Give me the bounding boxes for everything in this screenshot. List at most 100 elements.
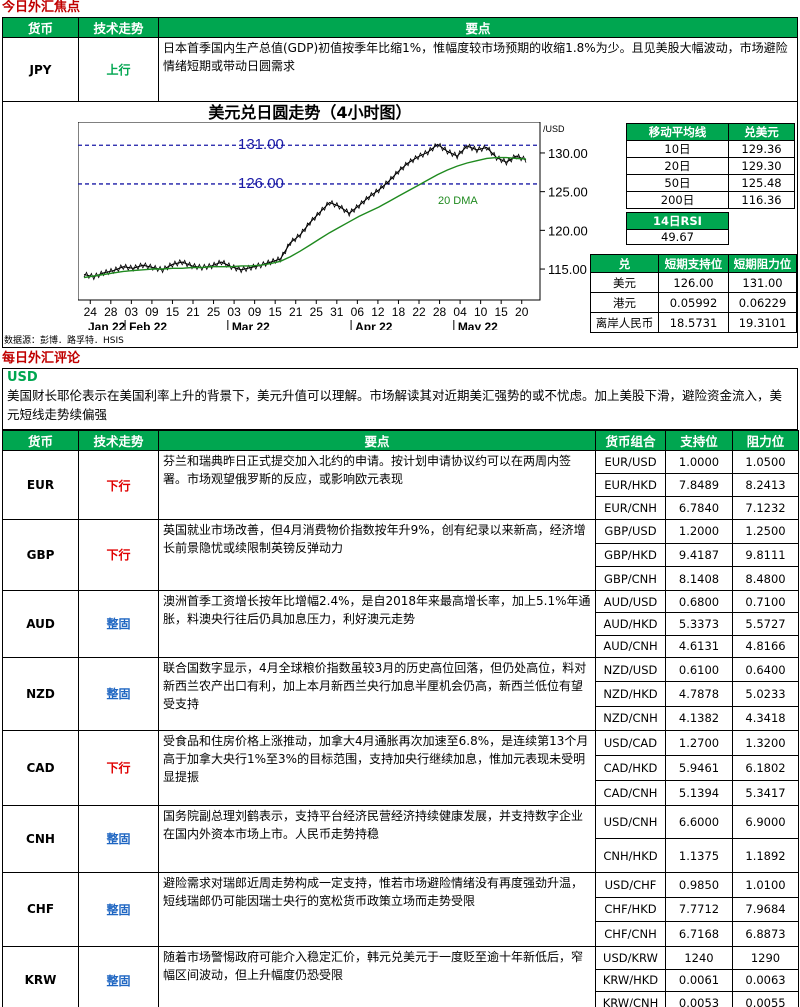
currency-code: CHF [2,871,79,947]
usd-label: USD [7,370,38,385]
pair-name: NZD/HKD [595,681,666,707]
trend-label: 下行 [78,729,159,806]
support-level: 9.4187 [665,542,733,568]
support-level: 0.0061 [665,968,733,993]
ma-table: 移动平均线 兑美元 10日 129.36 20日 129.30 50日 125.48 … [626,123,795,209]
month-label: May 22 [458,320,498,330]
reference-line-label: 131.00 [238,136,284,153]
sr-resistance: 0.06229 [728,292,797,313]
review-row: CNH 整固 国务院副总理刘鹤表示，支持平台经济民营经济持续健康发展，并支持数字企业… [2,804,799,873]
x-tick-label: 28 [104,305,118,319]
support-level: 4.6131 [665,634,733,658]
ma-header-period: 移动平均线 [626,123,729,141]
source-note: 数据源：彭博．路孚特．HSIS [4,336,124,346]
support-level: 5.9461 [665,754,733,781]
x-tick-label: 04 [453,305,467,319]
pair-name: USD/KRW [595,945,666,970]
month-label: Feb 22 [129,320,167,330]
key-point-text: 英国就业市场改善，但4月消费物价指数按年升9%，创有纪录以来新高，经济增长前景隐… [158,519,596,591]
resistance-level: 6.9000 [732,804,799,840]
rsi-label: 14日RSI [626,212,729,230]
focus-header-trend: 技术走势 [78,17,159,38]
support-level: 0.6800 [665,589,733,614]
focus-point: 日本首季国内生产总值(GDP)初值按季年比缩1%，惟幅度较市场预期的收缩1.8%… [158,37,798,102]
unit-label: /USD [543,124,565,134]
support-level: 8.1408 [665,566,733,591]
x-tick-label: 09 [145,305,159,319]
x-tick-label: 31 [330,305,344,319]
trend-label: 整固 [78,804,159,873]
focus-section-title: 今日外汇焦点 [2,0,81,15]
plot-area [78,122,541,301]
support-level: 1.1375 [665,838,733,873]
currency-code: GBP [2,519,79,591]
support-level: 1.0000 [665,450,733,474]
x-tick-label: 18 [392,305,406,319]
key-point-text: 避险需求对瑞郎近周走势构成一定支持，惟若市场避险情绪没有再度强劲升温，短线瑞郎仍… [158,871,596,947]
dma-label: 20 DMA [438,195,478,207]
x-tick-label: 21 [289,305,303,319]
focus-header-currency: 货币 [2,17,79,38]
sr-support: 0.05992 [658,292,729,313]
review-row: GBP 下行 英国就业市场改善，但4月消费物价指数按年升9%，创有纪录以来新高，经济… [2,519,799,591]
support-level: 0.9850 [665,871,733,898]
ma-value: 125.48 [728,174,795,192]
support-level: 0.6100 [665,656,733,683]
review-table: 货币 技术走势 要点 货币组合 支持位 阻力位 EUR 下行 芬兰和瑞典昨日正式提交… [2,430,799,1007]
usd-text: 美国财长耶伦表示在美国利率上升的背景下，美元升值可以理解。市场解读其对近期美汇强… [7,388,783,422]
pair-name: KRW/CNH [595,991,666,1007]
resistance-level: 1.3200 [732,729,799,756]
reference-line-label: 126.00 [238,175,284,192]
support-level: 4.7878 [665,681,733,707]
x-tick-label: 12 [371,305,385,319]
support-level: 6.6000 [665,804,733,840]
resistance-level: 6.8873 [732,921,799,947]
pair-name: EUR/HKD [595,473,666,497]
resistance-level: 1.0500 [732,450,799,474]
focus-header-point: 要点 [158,17,798,38]
support-level: 1.2700 [665,729,733,756]
focus-currency: JPY [2,37,79,102]
sr-row: 美元 126.00 131.00 [590,272,797,293]
x-tick-label: 10 [474,305,488,319]
key-point-text: 联合国数字显示，4月全球粮价指数虽较3月的历史高位回落，但仍处高位，料对新西兰农… [158,656,596,731]
support-level: 6.7168 [665,921,733,947]
ma-row: 200日 116.36 [626,191,795,209]
ma-value: 129.30 [728,157,795,175]
key-point-text: 澳洲首季工资增长按年比增幅2.4%，是自2018年来最高增长率，加上5.1%年通… [158,589,596,658]
resistance-level: 1.0100 [732,871,799,898]
x-tick-label: 03 [227,305,241,319]
pair-name: CNH/HKD [595,838,666,873]
review-header-support: 支持位 [665,430,733,451]
pair-name: GBP/CNH [595,566,666,591]
x-tick-label: 28 [433,305,447,319]
rsi-value: 49.67 [626,229,729,245]
currency-code: EUR [2,450,79,520]
ma-row: 50日 125.48 [626,174,795,192]
key-point-text: 国务院副总理刘鹤表示，支持平台经济民营经济持续健康发展，并支持数字企业在国内外资… [158,804,596,873]
resistance-level: 9.8111 [732,542,799,568]
review-row: NZD 整固 联合国数字显示，4月全球粮价指数虽较3月的历史高位回落，但仍处高位，料… [2,656,799,731]
key-point-text: 受食品和住房价格上涨推动，加拿大4月通胀再次加速至6.8%，是连续第13个月高于… [158,729,596,806]
ma-period: 20日 [626,157,729,175]
ma-row: 10日 129.36 [626,140,795,158]
resistance-level: 7.9684 [732,896,799,923]
pair-name: GBP/HKD [595,542,666,568]
month-label: Jan 22 [88,320,126,330]
sr-support: 18.5731 [658,312,729,333]
ma-value: 129.36 [728,140,795,158]
pair-name: USD/CNH [595,804,666,840]
review-row: CHF 整固 避险需求对瑞郎近周走势构成一定支持，惟若市场避险情绪没有再度强劲升温，… [2,871,799,947]
sr-currency: 离岸人民币 [590,312,659,333]
pair-name: AUD/USD [595,589,666,614]
review-header-point: 要点 [158,430,596,451]
month-label: Apr 22 [355,320,393,330]
review-section-title: 每日外汇评论 [2,351,81,366]
sr-header-resistance: 短期阻力位 [728,254,797,273]
x-tick-label: 09 [248,305,262,319]
x-tick-label: 20 [515,305,529,319]
resistance-level: 0.0055 [732,991,799,1007]
usdjpy-chart: 131.00 126.00 20 DMA 115.00 120.00 125.00 13… [78,122,588,330]
resistance-level: 8.2413 [732,473,799,497]
pair-name: AUD/HKD [595,612,666,636]
